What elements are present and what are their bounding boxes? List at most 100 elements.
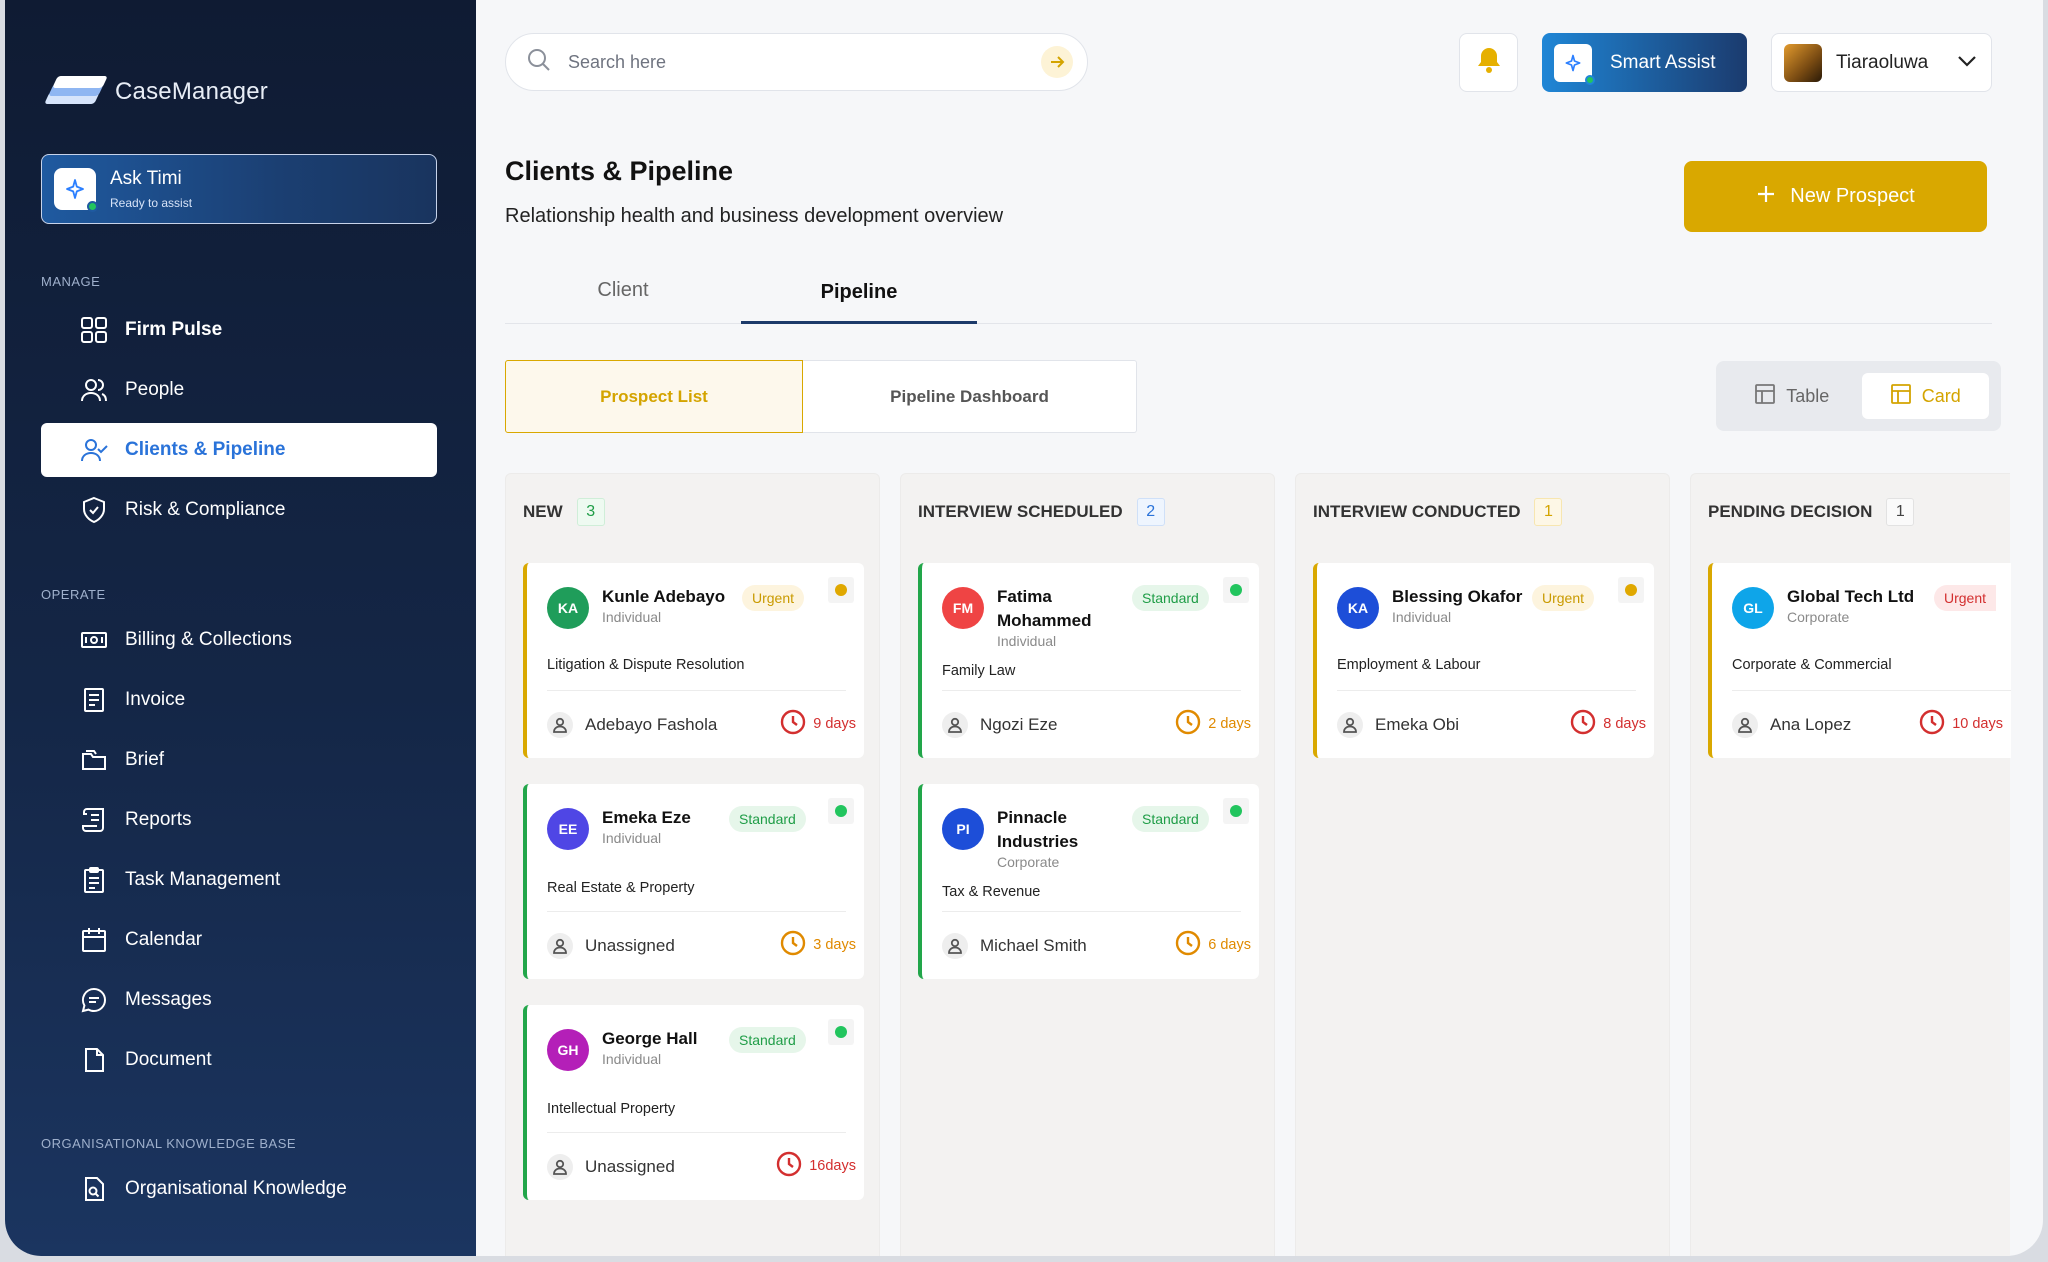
prospect-card[interactable]: GL Global Tech Ltd Corporate Urgent Corp…	[1708, 563, 2011, 758]
prospect-card[interactable]: KA Blessing Okafor Individual Urgent Emp…	[1313, 563, 1654, 758]
search-input[interactable]	[568, 51, 1041, 73]
sidebar-item-risk-compliance[interactable]: Risk & Compliance	[41, 483, 437, 537]
shield-icon	[79, 495, 109, 525]
document-icon	[79, 1045, 109, 1075]
assignee-name: Michael Smith	[980, 936, 1087, 955]
sidebar-item-firm-pulse[interactable]: Firm Pulse	[41, 303, 437, 357]
divider	[547, 911, 846, 912]
days-in-stage: 3 days	[779, 929, 856, 961]
sidebar-item-label: People	[125, 379, 185, 400]
board-column-new: NEW 3 KA Kunle Adebayo Individual Urgent…	[505, 473, 880, 1256]
divider	[547, 690, 846, 691]
arrow-right-icon[interactable]	[1041, 46, 1073, 78]
page-title: Clients & Pipeline	[505, 156, 734, 186]
divider	[1337, 690, 1636, 691]
tab-pipeline[interactable]: Pipeline	[741, 270, 977, 324]
message-icon	[79, 985, 109, 1015]
view-toggle: Table Card	[1716, 361, 2001, 431]
prospect-type: Corporate	[1787, 609, 1850, 625]
days-label: 2 days	[1208, 716, 1251, 732]
sidebar-item-task-management[interactable]: Task Management	[41, 853, 437, 907]
sidebar-item-invoice[interactable]: Invoice	[41, 673, 437, 727]
people-icon	[79, 375, 109, 405]
main-tabs: Client Pipeline	[505, 270, 1992, 324]
sidebar-item-clients-pipeline[interactable]: Clients & Pipeline	[41, 423, 437, 477]
section-knowledge-base: ORGANISATIONAL KNOWLEDGE BASE	[41, 1136, 297, 1151]
user-name: Tiaraoluwa	[1836, 51, 1929, 73]
clock-icon	[779, 708, 807, 740]
board-column-interview-conducted: INTERVIEW CONDUCTED 1 KA Blessing Okafor…	[1295, 473, 1670, 1256]
ask-timi-button[interactable]: Ask Timi Ready to assist	[41, 154, 437, 224]
table-label: Table	[1786, 385, 1830, 406]
avatar: KA	[547, 587, 589, 629]
subtab-pipeline-dashboard[interactable]: Pipeline Dashboard	[803, 360, 1137, 433]
column-title: INTERVIEW SCHEDULED	[918, 502, 1123, 521]
user-icon	[547, 933, 573, 959]
new-prospect-button[interactable]: New Prospect	[1684, 161, 1987, 232]
sidebar-item-calendar[interactable]: Calendar	[41, 913, 437, 967]
sidebar-item-organisational-knowledge[interactable]: Organisational Knowledge	[41, 1162, 437, 1216]
sidebar-item-label: Billing & Collections	[125, 629, 292, 650]
brand[interactable]: CaseManager	[41, 70, 268, 114]
sparkle-icon	[1554, 43, 1595, 85]
clock-icon	[775, 1150, 803, 1182]
clock-icon	[1918, 708, 1946, 740]
prospect-card[interactable]: KA Kunle Adebayo Individual Urgent Litig…	[523, 563, 864, 758]
online-indicator	[1585, 74, 1595, 85]
new-prospect-label: New Prospect	[1790, 185, 1915, 207]
sidebar-item-label: Risk & Compliance	[125, 499, 286, 520]
board-column-interview-scheduled: INTERVIEW SCHEDULED 2 FM Fatima Mohammed…	[900, 473, 1275, 1256]
calendar-icon	[79, 925, 109, 955]
sidebar-item-label: Task Management	[125, 869, 281, 890]
days-label: 8 days	[1603, 716, 1646, 732]
avatar	[1784, 43, 1822, 82]
sidebar-item-label: Document	[125, 1049, 212, 1070]
sidebar-item-label: Invoice	[125, 689, 186, 710]
sidebar-item-messages[interactable]: Messages	[41, 973, 437, 1027]
column-title: NEW	[523, 502, 563, 521]
priority-badge: Standard	[729, 1027, 806, 1053]
assignee: Ana Lopez	[1732, 712, 1851, 738]
receipt-icon	[79, 685, 109, 715]
scroll-icon	[79, 805, 109, 835]
prospect-name: Kunle Adebayo	[602, 587, 726, 606]
prospect-card[interactable]: PI Pinnacle Industries Corporate Standar…	[918, 784, 1259, 979]
sidebar-item-document[interactable]: Document	[41, 1033, 437, 1087]
card-view-button[interactable]: Card	[1861, 373, 1989, 419]
divider	[942, 690, 1241, 691]
smart-assist-button[interactable]: Smart Assist	[1542, 33, 1747, 92]
bell-icon	[1476, 46, 1502, 79]
status-indicator	[1223, 798, 1249, 824]
status-indicator	[828, 577, 854, 603]
folder-icon	[79, 745, 109, 775]
pipeline-subtabs: Prospect List Pipeline Dashboard	[505, 360, 1137, 433]
sidebar-item-billing[interactable]: Billing & Collections	[41, 613, 437, 667]
prospect-type: Individual	[602, 609, 662, 625]
prospect-name: Blessing Okafor	[1392, 587, 1523, 606]
sidebar-item-label: Reports	[125, 809, 192, 830]
days-in-stage: 9 days	[779, 708, 856, 740]
avatar: EE	[547, 808, 589, 850]
user-menu[interactable]: Tiaraoluwa	[1771, 33, 1992, 92]
board-column-pending-decision: PENDING DECISION 1 GL Global Tech Ltd Co…	[1690, 473, 2011, 1256]
sidebar-item-brief[interactable]: Brief	[41, 733, 437, 787]
practice-area: Real Estate & Property	[547, 880, 695, 896]
subtab-prospect-list[interactable]: Prospect List	[505, 360, 803, 433]
sidebar-item-people[interactable]: People	[41, 363, 437, 417]
table-view-button[interactable]: Table	[1728, 373, 1856, 419]
prospect-card[interactable]: FM Fatima Mohammed Individual Standard F…	[918, 563, 1259, 758]
assignee-name: Emeka Obi	[1375, 715, 1460, 734]
sidebar-item-reports[interactable]: Reports	[41, 793, 437, 847]
practice-area: Corporate & Commercial	[1732, 657, 1892, 673]
prospect-card[interactable]: GH George Hall Individual Standard Intel…	[523, 1005, 864, 1200]
clock-icon	[1569, 708, 1597, 740]
notifications-button[interactable]	[1459, 33, 1518, 92]
document-search-icon	[79, 1174, 109, 1204]
column-header: INTERVIEW CONDUCTED 1	[1313, 498, 1563, 526]
tab-client[interactable]: Client	[505, 270, 741, 324]
prospect-card[interactable]: EE Emeka Eze Individual Standard Real Es…	[523, 784, 864, 979]
column-count: 1	[1886, 498, 1915, 526]
card-label: Card	[1921, 385, 1961, 406]
priority-badge: Urgent	[1532, 585, 1595, 611]
prospect-type: Corporate	[997, 854, 1060, 870]
